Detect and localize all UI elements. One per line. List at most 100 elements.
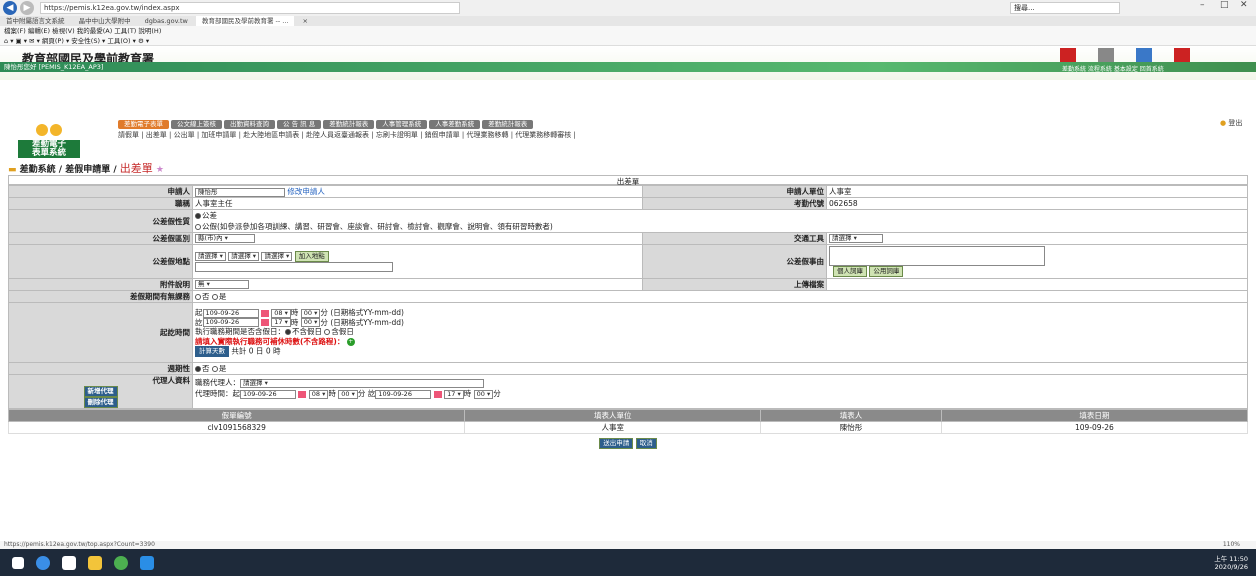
total-text: 共計 0 日 0 時 xyxy=(231,346,281,356)
place-input[interactable] xyxy=(195,262,393,272)
calendar-icon[interactable] xyxy=(298,390,307,398)
module-tab[interactable]: 人事管理系統 xyxy=(376,120,428,129)
end-min-select[interactable]: 00 xyxy=(300,318,321,327)
system-clock[interactable]: 上午 11:50 2020/9/26 xyxy=(1214,555,1248,571)
explorer-icon[interactable] xyxy=(88,555,102,570)
maximize-icon[interactable]: □ xyxy=(1220,0,1229,10)
form-actions: 送出申請 取消 xyxy=(8,438,1248,449)
calendar-icon[interactable] xyxy=(260,319,269,326)
exclude-label: 不含假日 xyxy=(292,327,322,336)
radio-official[interactable] xyxy=(195,213,201,219)
radio-include-holiday[interactable] xyxy=(324,329,331,335)
attach-select[interactable]: 無 xyxy=(195,280,249,290)
radio-cycle-yes[interactable] xyxy=(211,366,218,372)
county-select[interactable]: 請選擇 xyxy=(195,252,226,261)
module-tab[interactable]: 公文線上簽核 xyxy=(171,120,222,129)
add-hours-icon[interactable]: + xyxy=(346,337,355,346)
windows-start-icon[interactable] xyxy=(12,556,24,569)
district-select[interactable]: 請選擇 xyxy=(228,252,260,261)
tab-1[interactable]: 首中附屬語言文系統 xyxy=(0,16,71,26)
tab-4[interactable]: 教育部國民及學前教育署 -- ... xyxy=(195,16,295,26)
submit-button[interactable]: 送出申請 xyxy=(599,438,634,449)
radio-cycle-no[interactable] xyxy=(195,366,201,372)
agent-end-prefix: 訖 xyxy=(367,389,376,398)
code-label: 考勤代號 xyxy=(642,197,827,210)
search-input[interactable]: 搜尋... xyxy=(1010,2,1120,14)
calendar-icon[interactable] xyxy=(433,390,442,398)
status-bar: https://pemis.k12ea.gov.tw/top.aspx?Coun… xyxy=(0,541,1256,549)
agent-end-date[interactable]: 109-09-26 xyxy=(375,389,432,399)
reason-textarea[interactable] xyxy=(829,246,1045,266)
ie-icon[interactable] xyxy=(140,555,154,570)
tab-2[interactable]: 晶中中山大學附中 xyxy=(73,16,137,26)
table-row[interactable]: clv1091568329 人事室 陳怡彤 109-09-26 xyxy=(7,421,1249,434)
date-format-hint: (日期格式YY-mm-dd) xyxy=(330,317,404,327)
breadcrumb-path: 差勤系統 / 差假申請單 / xyxy=(19,165,120,175)
chrome-icon[interactable] xyxy=(114,555,128,570)
tab-3[interactable]: dgbas.gov.tw xyxy=(139,16,194,26)
applicant-label: 申請人 xyxy=(8,185,193,198)
cancel-button[interactable]: 取消 xyxy=(635,438,657,449)
delete-proxy-button[interactable]: 刪除代理 xyxy=(83,397,118,408)
calendar-icon[interactable] xyxy=(260,309,269,317)
settings-icon[interactable] xyxy=(1136,48,1152,62)
logout-link[interactable]: ● 登出 xyxy=(1220,118,1242,128)
module-tab[interactable]: 出勤資料查詢 xyxy=(224,120,275,129)
attendance-icon[interactable] xyxy=(1060,48,1076,62)
place-select[interactable]: 請選擇 xyxy=(261,252,293,261)
flower-icon xyxy=(36,124,48,136)
hour-unit: 時 xyxy=(290,317,299,327)
menu-bar[interactable]: 檔案(F) 編輯(E) 檢視(V) 我的最愛(A) 工具(T) 說明(H) xyxy=(0,26,1256,36)
back-icon[interactable]: ◀ xyxy=(3,1,17,15)
agent-end-hour[interactable]: 17 xyxy=(444,389,464,399)
taskbar: 上午 11:50 2020/9/26 xyxy=(0,549,1256,576)
module-tab[interactable]: 人事差勤系統 xyxy=(429,120,481,129)
agent-start-hour[interactable]: 08 xyxy=(308,389,329,399)
agent-end-min[interactable]: 00 xyxy=(473,389,494,399)
module-tab[interactable]: 差勤電子表單 xyxy=(118,120,169,129)
command-bar[interactable]: ⌂ ▾ ▣ ▾ ✉ ▾ 網頁(P) ▾ 安全性(S) ▾ 工具(O) ▾ ⚙ ▾ xyxy=(0,36,1256,46)
applicant-input[interactable]: 陳怡彤 xyxy=(195,187,285,197)
radio-leave[interactable] xyxy=(195,224,201,230)
zoom-level[interactable]: 110% xyxy=(1223,541,1240,548)
radio-has-class[interactable] xyxy=(211,294,218,300)
close-icon[interactable]: ✕ xyxy=(1240,0,1248,10)
end-hour-select[interactable]: 17 xyxy=(271,318,291,327)
transport-select[interactable]: 請選擇 xyxy=(829,234,883,244)
agent-start-min[interactable]: 00 xyxy=(338,389,358,399)
module-tab[interactable]: 差勤統計報表 xyxy=(323,120,375,129)
cortana-icon[interactable] xyxy=(36,555,50,570)
minimize-icon[interactable]: – xyxy=(1200,0,1205,10)
add-proxy-button[interactable]: 新增代理 xyxy=(83,386,118,397)
agent-select[interactable]: 請選擇 xyxy=(240,378,484,388)
start-min-select[interactable]: 00 xyxy=(300,308,321,318)
forward-icon[interactable]: ▶ xyxy=(20,1,34,15)
agent-start-date[interactable]: 109-09-26 xyxy=(240,389,296,399)
tab-close-icon[interactable]: × xyxy=(297,16,314,26)
change-applicant-link[interactable]: 修改申請人 xyxy=(287,187,325,196)
module-tab[interactable]: 公 告 訊 息 xyxy=(277,120,322,129)
sub-navigation[interactable]: 請假單 | 出差單 | 公出單 | 加班申請單 | 赴大陸地區申請表 | 赴陸人… xyxy=(118,131,576,140)
address-bar: ◀ ▶ https://pemis.k12ea.gov.tw/index.asp… xyxy=(0,0,1256,16)
common-phrase-button[interactable]: 公用詞庫 xyxy=(869,266,904,277)
radio-exclude-holiday[interactable] xyxy=(285,329,291,335)
home-icon[interactable] xyxy=(1174,48,1190,62)
radio-no-class[interactable] xyxy=(195,294,201,300)
unit-label: 申請人單位 xyxy=(642,185,827,198)
upload-cell[interactable] xyxy=(826,278,1248,291)
logout-label[interactable]: 登出 xyxy=(1228,119,1242,127)
module-tab[interactable]: 差勤統計報表 xyxy=(482,120,534,129)
start-date-input[interactable]: 109-09-26 xyxy=(202,308,259,318)
star-icon[interactable]: ★ xyxy=(156,165,164,175)
add-place-button[interactable]: 加入地點 xyxy=(294,251,329,262)
calc-days-button[interactable]: 計算天數 xyxy=(195,346,229,357)
workflow-icon[interactable] xyxy=(1098,48,1114,62)
no-label: 否 xyxy=(202,292,210,301)
min-unit: 分 xyxy=(320,317,328,327)
personal-phrase-button[interactable]: 個人詞庫 xyxy=(833,266,867,277)
area-select[interactable]: 縣(市)內 xyxy=(195,234,255,244)
end-date-input[interactable]: 109-09-26 xyxy=(202,318,259,327)
start-hour-select[interactable]: 08 xyxy=(271,308,291,318)
url-input[interactable]: https://pemis.k12ea.gov.tw/index.aspx xyxy=(40,2,460,14)
store-icon[interactable] xyxy=(62,555,76,570)
